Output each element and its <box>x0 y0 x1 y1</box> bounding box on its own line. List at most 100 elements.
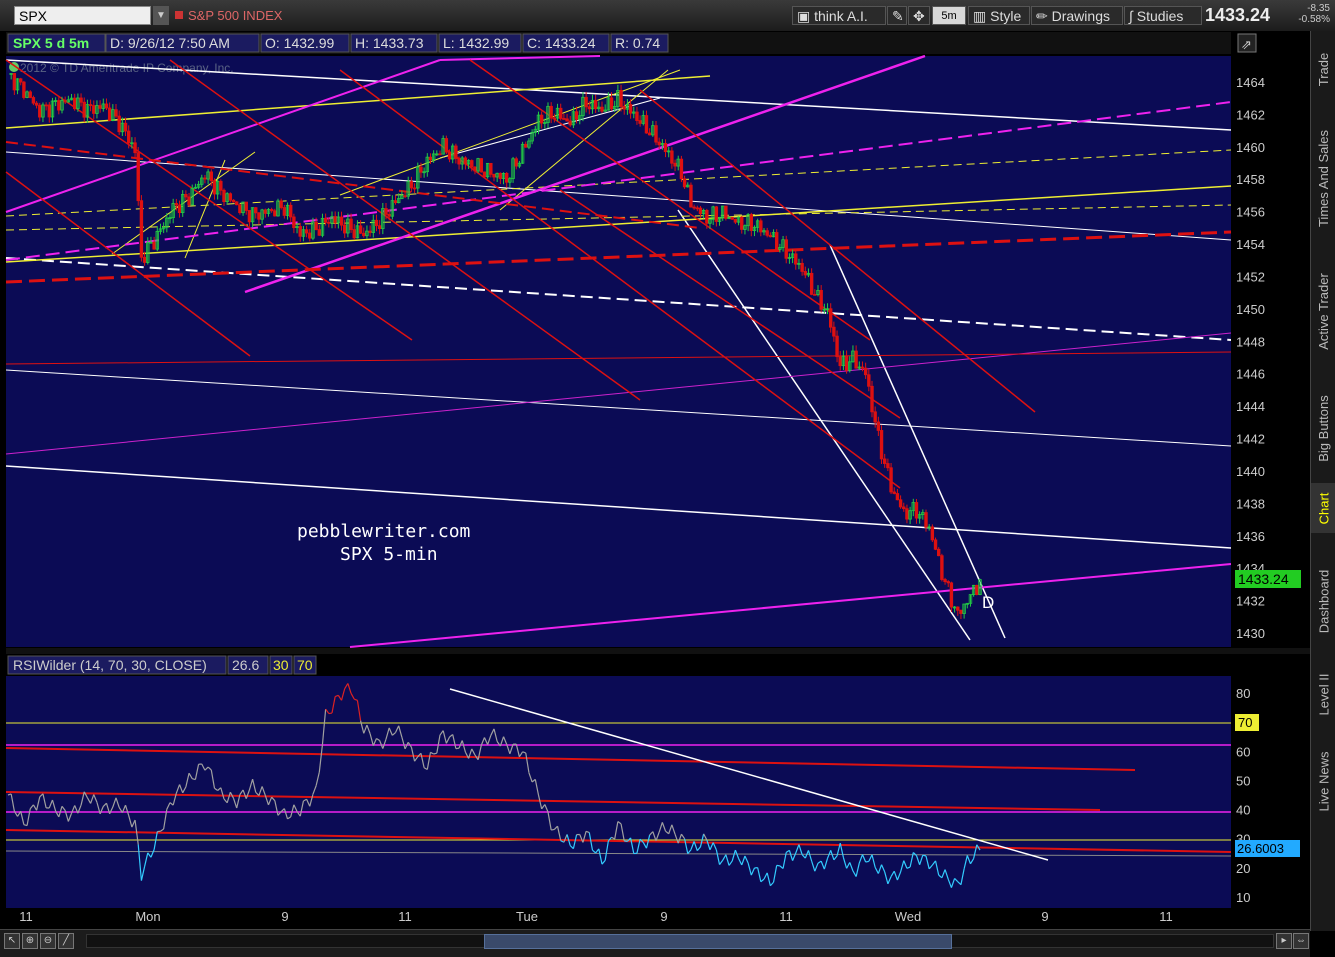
candle-body <box>280 201 283 208</box>
candle-body <box>524 144 527 147</box>
candle-body <box>118 116 121 132</box>
tab-trade[interactable]: Trade <box>1311 39 1335 99</box>
candle-body <box>204 178 207 179</box>
time-tick-label: 11 <box>779 909 793 924</box>
candle-body <box>353 230 356 238</box>
time-tick-label: 11 <box>1159 909 1173 924</box>
candle-body <box>594 100 597 108</box>
candle-body <box>143 257 146 262</box>
candle-body <box>490 163 493 174</box>
candle-body <box>343 225 346 233</box>
price-tick-label: 1456 <box>1236 205 1265 220</box>
candle-body <box>563 118 566 119</box>
candle-body <box>731 217 734 219</box>
candle-body <box>48 105 51 117</box>
rsi-panel[interactable] <box>6 676 1231 908</box>
candle-body <box>976 585 979 594</box>
price-tick-label: 1444 <box>1236 399 1265 414</box>
candle-body <box>232 200 235 202</box>
price-tick-label: 1440 <box>1236 464 1265 479</box>
tab-live-news[interactable]: Live News <box>1311 739 1335 824</box>
candle-body <box>229 194 232 201</box>
time-tick-label: 9 <box>1041 909 1048 924</box>
candle-body <box>944 580 947 582</box>
scroll-right-icon[interactable]: ▸ <box>1276 933 1292 949</box>
tab-trade-label: Trade <box>1316 52 1331 85</box>
tab-chart[interactable]: Chart <box>1311 483 1335 533</box>
price-tick-label: 1446 <box>1236 367 1265 382</box>
candle-body <box>645 116 648 133</box>
time-tick-label: 11 <box>398 909 412 924</box>
header-range: R: 0.74 <box>615 35 660 51</box>
candle-body <box>585 97 588 107</box>
candle-body <box>92 106 95 114</box>
candle-body <box>620 90 623 106</box>
candle-body <box>254 208 257 213</box>
candle-body <box>223 190 226 201</box>
rsi-segment <box>866 861 869 862</box>
candle-body <box>270 209 273 210</box>
candle-body <box>429 157 432 160</box>
candle-body <box>248 210 251 221</box>
candle-body <box>893 492 896 494</box>
candle-body <box>153 242 156 249</box>
candle-body <box>639 121 642 124</box>
candle-body <box>38 105 41 117</box>
candle-body <box>29 92 32 98</box>
draw-line-icon[interactable]: ╱ <box>58 933 74 949</box>
candle-body <box>505 173 508 182</box>
rsi-tick-label: 10 <box>1236 890 1250 905</box>
candle-body <box>258 213 261 219</box>
rsi-70-badge-text: 70 <box>1238 715 1252 730</box>
header-date: D: 9/26/12 7:50 AM <box>110 35 230 51</box>
pattern-point-d: D <box>982 593 994 612</box>
candle-body <box>664 143 667 151</box>
candle-body <box>648 133 651 135</box>
candle-body <box>674 163 677 166</box>
cursor-icon[interactable]: ↖ <box>4 933 20 949</box>
watermark-site: pebblewriter.com <box>297 521 470 542</box>
rsi-value: 26.6 <box>232 657 259 673</box>
candle-body <box>925 513 928 528</box>
price-tick-label: 1442 <box>1236 432 1265 447</box>
candle-body <box>385 209 388 215</box>
zoom-in-icon[interactable]: ⊕ <box>22 933 38 949</box>
candle-body <box>906 509 909 519</box>
tab-active-trader[interactable]: Active Trader <box>1311 259 1335 364</box>
zoom-out-icon[interactable]: ⊖ <box>40 933 56 949</box>
candle-body <box>350 219 353 230</box>
time-tick-label: 9 <box>281 909 288 924</box>
candle-body <box>239 205 242 213</box>
candle-body <box>734 219 737 222</box>
tab-big-buttons[interactable]: Big Buttons <box>1311 378 1335 478</box>
candle-body <box>470 161 473 168</box>
candle-body <box>839 357 842 366</box>
scrollbar-thumb[interactable] <box>484 934 952 949</box>
time-scrollbar[interactable] <box>86 934 1274 948</box>
candle-body <box>880 430 883 458</box>
tab-times-and-sales[interactable]: Times And Sales <box>1311 111 1335 246</box>
candle-body <box>569 121 572 125</box>
candle-body <box>868 375 871 387</box>
tab-level-ii[interactable]: Level II <box>1311 659 1335 729</box>
tab-dashboard[interactable]: Dashboard <box>1311 551 1335 651</box>
header-high: H: 1433.73 <box>355 35 424 51</box>
tab-big-buttons-label: Big Buttons <box>1316 395 1331 462</box>
candle-body <box>388 214 391 216</box>
candle-body <box>32 98 35 104</box>
chart-canvas[interactable]: SPX 5 d 5m D: 9/26/12 7:50 AM O: 1432.99… <box>0 0 1310 929</box>
rsi-os: 70 <box>297 657 313 673</box>
candle-body <box>359 226 362 233</box>
candle-body <box>134 143 137 153</box>
candle-body <box>499 173 502 178</box>
candle-body <box>493 174 496 177</box>
candle-body <box>115 110 118 116</box>
expand-icon[interactable]: ⇔ <box>1293 933 1309 949</box>
candle-body <box>375 220 378 225</box>
candle-body <box>769 235 772 236</box>
price-tick-label: 1454 <box>1236 237 1265 252</box>
candle-body <box>23 82 26 97</box>
chart-settings-glyph: ⇗ <box>1241 37 1252 52</box>
candle-body <box>220 181 223 190</box>
candle-body <box>877 422 880 430</box>
